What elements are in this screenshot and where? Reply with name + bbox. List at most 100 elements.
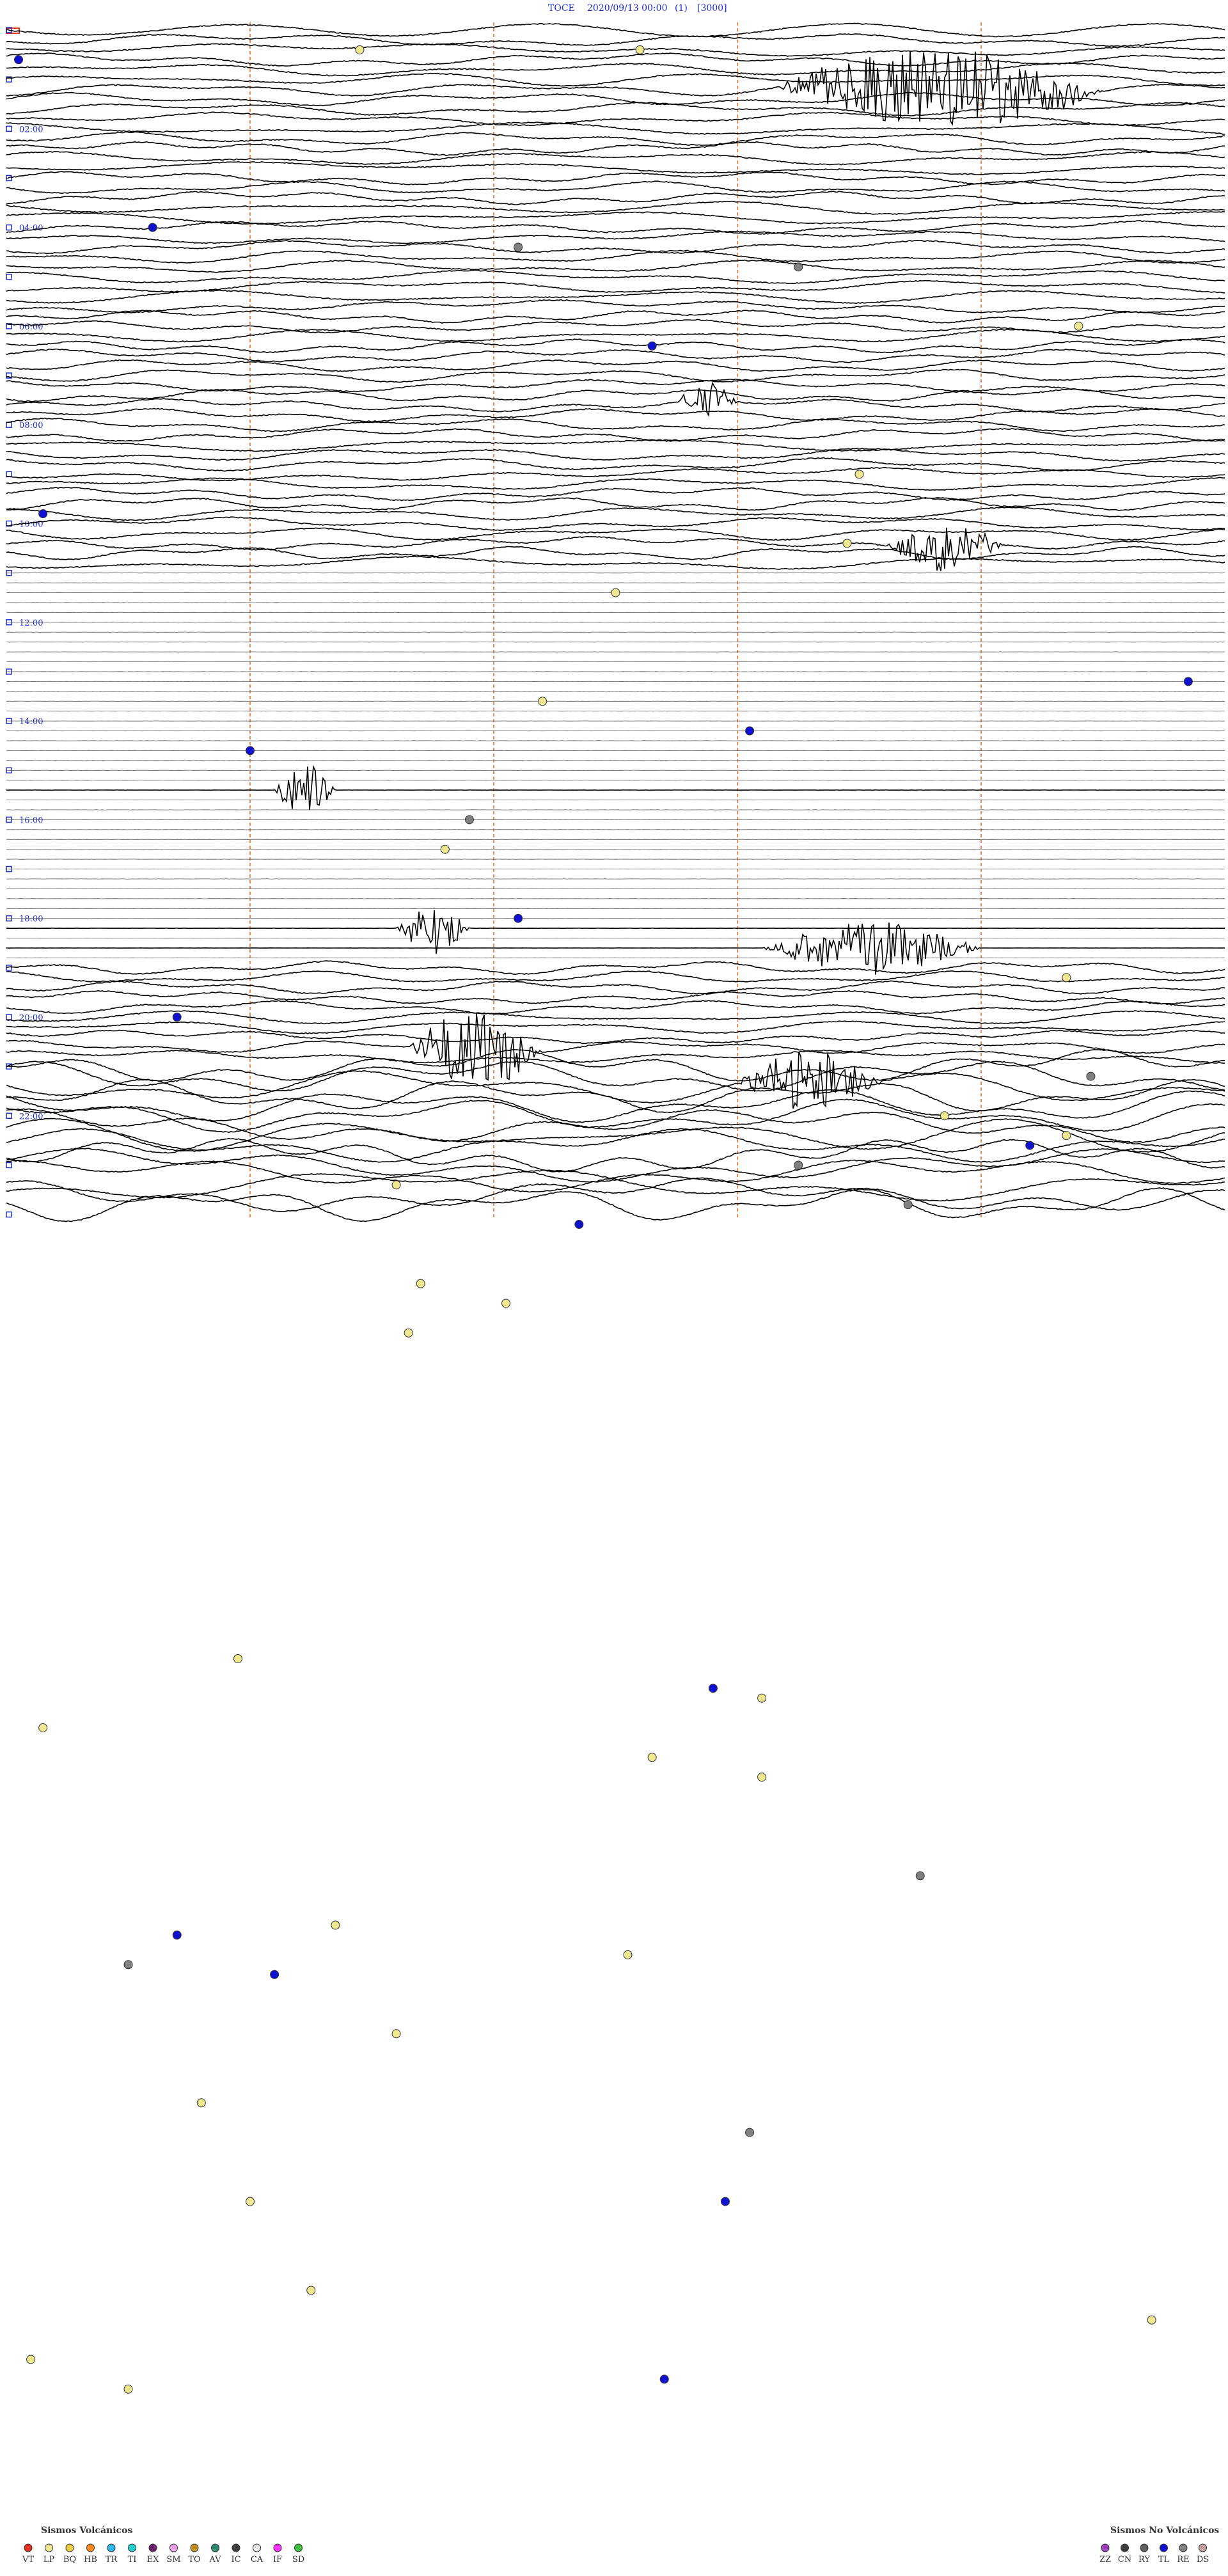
trace-row (6, 1159, 1225, 1193)
trace-row (6, 990, 1225, 1005)
trace-row (6, 22, 1225, 38)
trace-row (6, 151, 1225, 166)
trace-row (6, 1118, 1225, 1153)
trace-row (6, 507, 1225, 521)
legend-label-re: RE (1177, 2555, 1189, 2564)
trace-row (6, 122, 1225, 135)
trace-row (6, 43, 1225, 57)
trace-row (6, 438, 1225, 452)
hour-label: 04:00 (19, 224, 43, 233)
event-marker-lp (854, 470, 864, 479)
helicorder-chart: TOCE 2020/09/13 00:00 (1) [3000] 02:00 04… (6, 3, 1225, 2564)
event-marker-lp (404, 1328, 413, 1338)
trace-row (6, 1169, 1225, 1202)
trace-row (6, 131, 1225, 146)
event-marker-re (903, 1200, 913, 1210)
trace-row (6, 516, 1225, 532)
trace-row (6, 1137, 1225, 1173)
trace-row (6, 359, 1225, 372)
trace-row (6, 1000, 1225, 1015)
seismic-traces (6, 22, 1225, 1222)
legend-label-if: IF (273, 2555, 282, 2564)
trace-row (6, 980, 1225, 995)
trace-row (6, 328, 1225, 343)
event-marker-lp (940, 1111, 949, 1121)
legend-swatch-vt (24, 2543, 33, 2552)
legend-swatch-ic (232, 2543, 240, 2552)
event-marker-lp (26, 2355, 36, 2364)
hour-label: 06:00 (19, 322, 43, 332)
event-marker-lp (1062, 973, 1071, 983)
legend-swatch-sm (169, 2543, 178, 2552)
event-marker-tl (148, 223, 157, 232)
legend-label-to: TO (188, 2555, 200, 2564)
event-marker-lp (306, 2286, 316, 2295)
trace-row (6, 407, 1225, 423)
legend-swatch-ry (1140, 2543, 1149, 2552)
event-marker-lp (416, 1279, 425, 1288)
event-marker-tl (659, 2375, 669, 2384)
legend-swatch-to (190, 2543, 199, 2552)
legend-label-av: AV (209, 2555, 221, 2564)
event-marker-re (794, 262, 803, 272)
legend-volcanic-title: Sismos Volcánicos (41, 2525, 132, 2536)
trace-row (6, 368, 1225, 383)
legend-label-ds: DS (1197, 2555, 1209, 2564)
hour-tick (6, 1014, 12, 1020)
header-datetime: 2020/09/13 00:00 (587, 3, 668, 13)
trace-row (6, 1010, 1225, 1025)
event-marker-re (745, 2128, 755, 2137)
trace-row (6, 51, 1225, 126)
event-marker-lp (647, 1753, 657, 1762)
trace-row (6, 111, 1225, 127)
trace-row (6, 555, 1225, 570)
trace-row (6, 161, 1225, 175)
legend-label-ry: RY (1138, 2555, 1150, 2564)
trace-row (6, 249, 1225, 264)
legend-swatch-ex (148, 2543, 157, 2552)
legend-swatch-sd (294, 2543, 303, 2552)
event-marker-lp (757, 1773, 767, 1782)
event-marker-lp (623, 1950, 633, 1959)
legend-label-zz: ZZ (1099, 2555, 1111, 2564)
event-marker-lp (842, 539, 852, 548)
event-marker-lp (391, 2029, 401, 2039)
hour-tick (6, 274, 12, 280)
event-marker-re (915, 1871, 925, 1881)
trace-row (6, 1049, 1225, 1064)
event-marker-lp (757, 1693, 767, 1703)
hour-tick (6, 1162, 12, 1169)
trace-row (6, 1089, 1225, 1123)
hour-label: 08:00 (19, 421, 43, 431)
legend-label-tl: TL (1158, 2555, 1170, 2564)
legend-label-sm: SM (166, 2555, 180, 2564)
legend-label-vt: VT (22, 2555, 34, 2564)
event-marker-tl (708, 1684, 718, 1693)
trace-row (6, 72, 1225, 87)
hour-tick (6, 1211, 12, 1218)
hour-tick (6, 224, 12, 231)
trace-row (6, 447, 1225, 462)
event-marker-tl (745, 726, 755, 736)
event-marker-lp (196, 2098, 206, 2108)
event-marker-lp (635, 45, 645, 54)
event-marker-tl (14, 55, 24, 65)
event-marker-lp (1147, 2315, 1156, 2325)
trace-row (6, 388, 1225, 402)
legend-label-hb: HB (84, 2555, 97, 2564)
legend-swatch-zz (1101, 2543, 1110, 2552)
trace-row (6, 171, 1225, 186)
legend-swatch-av (211, 2543, 219, 2552)
event-marker-tl (514, 913, 523, 923)
event-marker-tl (1025, 1141, 1035, 1150)
event-marker-tl (172, 1930, 182, 1940)
event-marker-re (514, 242, 523, 252)
event-marker-tl (270, 1970, 279, 1979)
legend-swatch-bq (65, 2543, 74, 2552)
legend-label-bq: BQ (63, 2555, 76, 2564)
trace-row (6, 210, 1225, 225)
event-marker-lp (233, 1654, 242, 1663)
event-marker-lp (538, 697, 547, 706)
legend-label-cn: CN (1118, 2555, 1131, 2564)
legend-label-sd: SD (292, 2555, 304, 2564)
